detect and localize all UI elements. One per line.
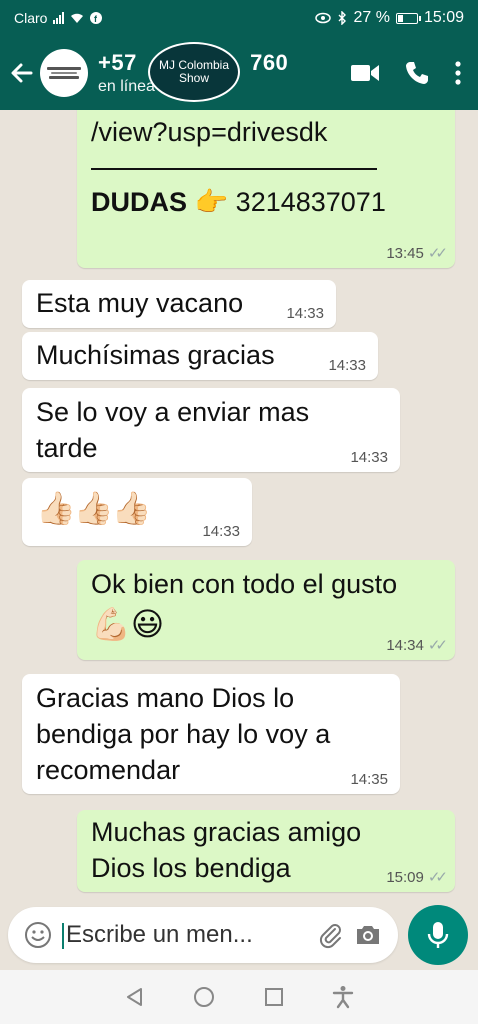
message-text: Muchas gracias amigo Dios los bendiga [91, 817, 362, 883]
message-bubble[interactable]: Gracias mano Dios lo bendiga por hay lo … [22, 674, 400, 794]
message-placeholder: Escribe un men... [66, 921, 253, 948]
watermark-logo: MJ Colombia Show [148, 42, 240, 102]
menu-icon[interactable] [454, 60, 462, 86]
message-bubble[interactable]: Muchísimas gracias 14:33 [22, 332, 378, 380]
message-text: Esta muy vacano [36, 288, 244, 318]
camera-icon[interactable] [354, 922, 382, 948]
pointing-emoji: 👉 [194, 187, 229, 217]
read-ticks-icon: ✓✓ [427, 637, 448, 654]
chat-area[interactable]: /view?usp=drivesdk DUDAS 👉 3214837071 13… [0, 110, 478, 904]
facebook-icon: f [90, 12, 103, 24]
chat-header: +57 760 en línea MJ Colombia Show [0, 36, 478, 110]
message-text: DUDAS 👉 3214837071 [91, 184, 441, 220]
accessibility-icon[interactable] [332, 985, 354, 1009]
message-time: 14:34 [386, 636, 424, 654]
message-time: 14:33 [350, 449, 388, 466]
battery-percent: 27 % [353, 9, 390, 26]
message-text: Muchísimas gracias [36, 340, 275, 370]
message-bubble[interactable]: Esta muy vacano 14:33 [22, 280, 336, 328]
wifi-icon [71, 13, 84, 23]
message-meta: 14:34 ✓✓ [386, 636, 448, 655]
video-call-icon[interactable] [350, 62, 380, 84]
message-input-bar: Escribe un men... [0, 904, 478, 966]
status-right: 27 % 15:09 [315, 9, 464, 27]
avatar[interactable] [40, 49, 88, 97]
battery-icon [395, 12, 421, 24]
message-text: Se lo voy a enviar mas tarde [36, 397, 310, 463]
back-arrow-icon[interactable] [8, 59, 36, 87]
message-time: 15:09 [386, 868, 424, 886]
message-bubble[interactable]: Se lo voy a enviar mas tarde 14:33 [22, 388, 400, 472]
header-actions [350, 60, 462, 86]
message-meta: 13:45 ✓✓ [386, 244, 448, 263]
nav-back-icon[interactable] [124, 986, 146, 1008]
signal-icon [53, 12, 65, 24]
message-meta: 14:33 [286, 305, 324, 322]
message-time: 14:33 [328, 357, 366, 374]
carrier-label: Claro [14, 10, 48, 26]
phone-call-icon[interactable] [404, 60, 430, 86]
status-left: Claro f [14, 10, 103, 26]
message-bubble[interactable]: Ok bien con todo el gusto 💪🏻😃 14:34 ✓✓ [77, 560, 455, 660]
clock: 15:09 [423, 9, 464, 26]
message-meta: 14:33 [328, 357, 366, 374]
message-input[interactable]: Escribe un men... [62, 921, 306, 949]
nav-recents-icon[interactable] [263, 986, 285, 1008]
nav-home-icon[interactable] [193, 986, 215, 1008]
watermark-line2: Show [178, 71, 210, 85]
message-time: 13:45 [386, 244, 424, 262]
message-meta: 14:33 [350, 449, 388, 466]
status-bar: Claro f 27 % 15:09 [0, 0, 478, 36]
message-time: 14:33 [286, 305, 324, 322]
contact-name-start: +57 [98, 50, 137, 75]
dudas-label: DUDAS [91, 187, 188, 217]
emoji-icon[interactable] [24, 921, 52, 949]
message-time: 14:33 [202, 523, 240, 540]
read-ticks-icon: ✓✓ [427, 869, 448, 886]
message-meta: 15:09 ✓✓ [386, 868, 448, 887]
message-time: 14:35 [350, 771, 388, 788]
bluetooth-icon [338, 11, 347, 25]
microphone-icon [427, 922, 449, 948]
contact-name-end: 760 [250, 50, 289, 75]
text-caret [62, 922, 64, 949]
message-text: Gracias mano Dios lo bendiga por hay lo … [36, 683, 331, 785]
message-input-box[interactable]: Escribe un men... [8, 907, 398, 963]
read-ticks-icon: ✓✓ [427, 245, 448, 262]
message-text: Ok bien con todo el gusto [91, 569, 398, 599]
message-emoji-text: 👍🏻👍🏻👍🏻 [36, 490, 152, 526]
message-link-text[interactable]: /view?usp=drivesdk [91, 114, 441, 150]
message-bubble[interactable]: 👍🏻👍🏻👍🏻 14:33 [22, 478, 252, 546]
message-bubble[interactable]: /view?usp=drivesdk DUDAS 👉 3214837071 13… [77, 110, 455, 268]
message-meta: 14:35 [350, 771, 388, 788]
message-meta: 14:33 [202, 523, 240, 540]
phone-number[interactable]: 3214837071 [236, 187, 386, 217]
system-nav-bar [0, 970, 478, 1024]
mic-button[interactable] [408, 905, 468, 965]
message-bubble[interactable]: Muchas gracias amigo Dios los bendiga 15… [77, 810, 455, 892]
paperclip-icon[interactable] [316, 921, 344, 949]
eye-icon [315, 12, 332, 24]
message-divider [91, 168, 377, 170]
